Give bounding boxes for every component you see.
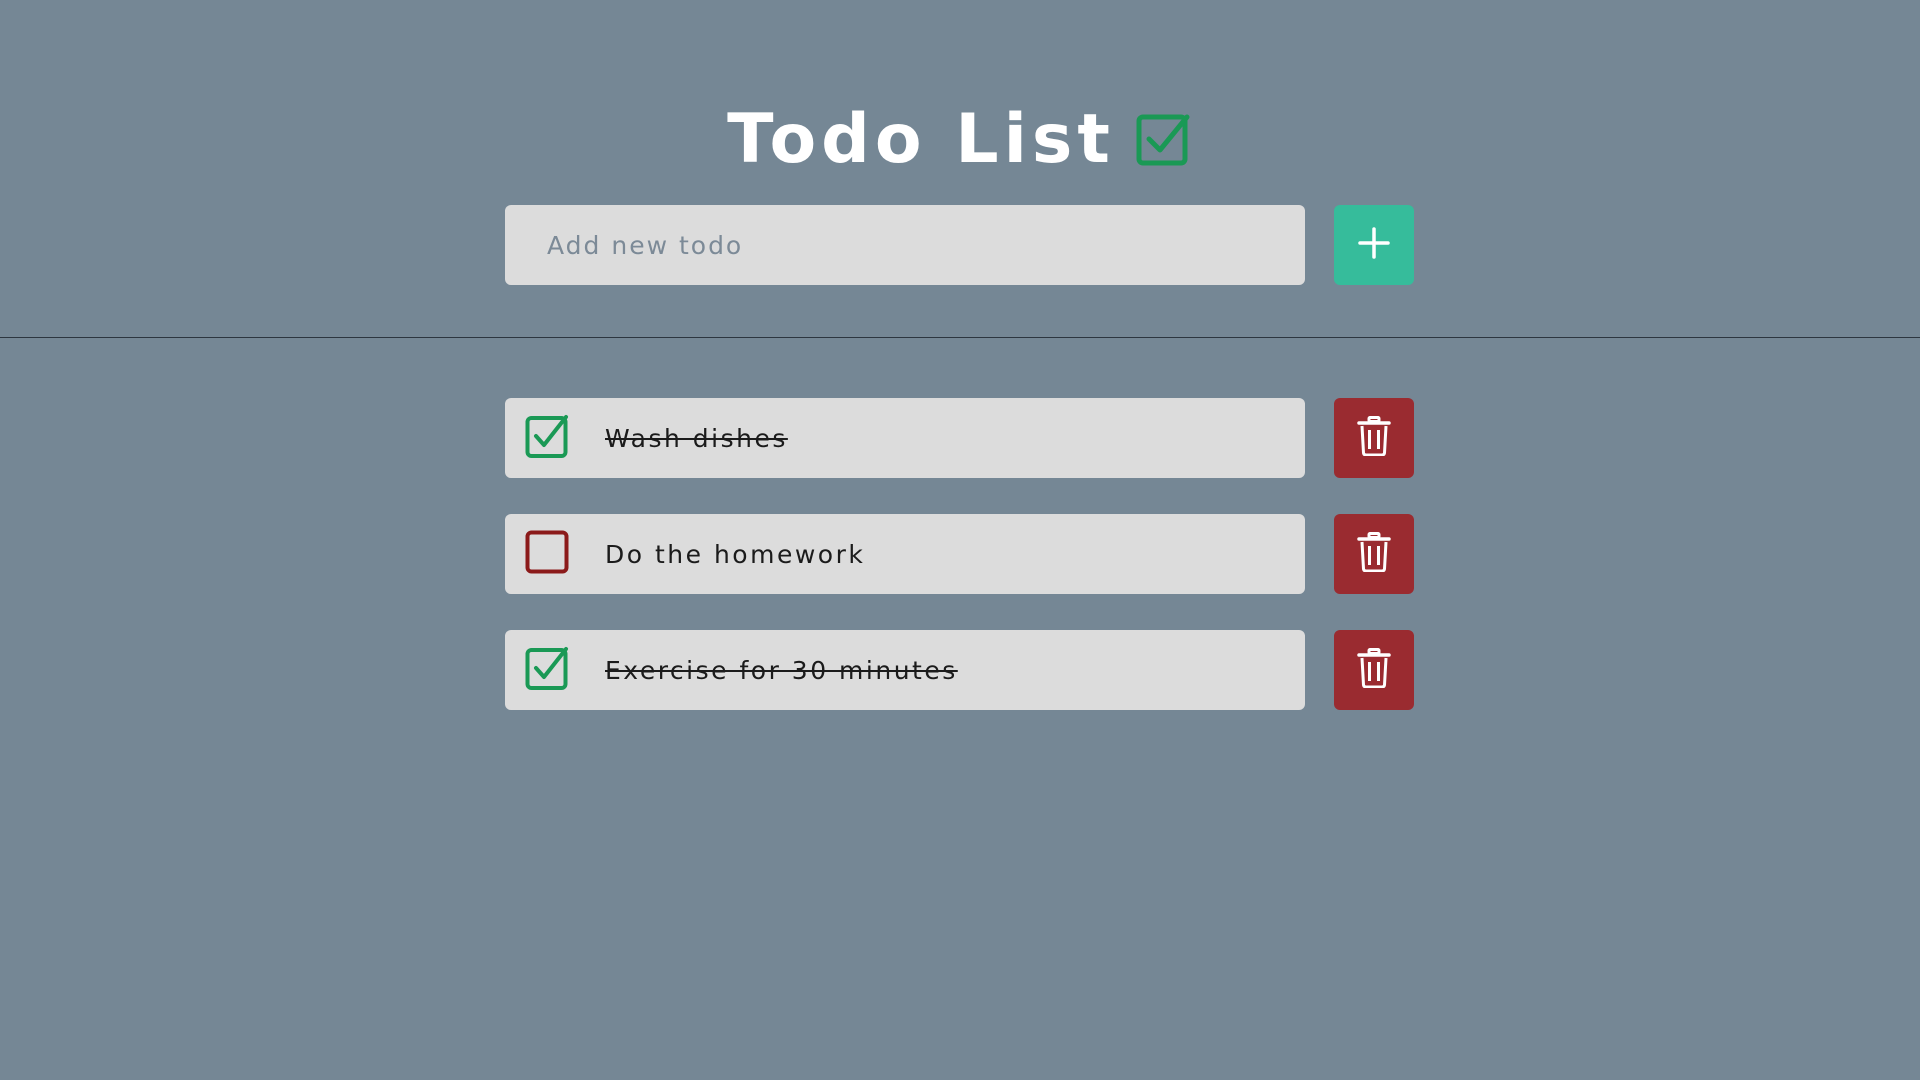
todo-card: Exercise for 30 minutes <box>505 630 1305 710</box>
add-todo-button[interactable] <box>1334 205 1414 285</box>
checked-box-icon <box>525 414 569 462</box>
delete-todo-button[interactable] <box>1334 630 1414 710</box>
delete-todo-button[interactable] <box>1334 514 1414 594</box>
todo-card: Do the homework <box>505 514 1305 594</box>
todo-checkbox[interactable] <box>525 646 569 694</box>
trash-icon <box>1357 416 1391 460</box>
todo-text: Wash dishes <box>605 423 788 453</box>
todo-item: Wash dishes <box>505 398 1415 478</box>
todo-checkbox[interactable] <box>525 530 569 578</box>
todo-checkbox[interactable] <box>525 414 569 462</box>
todo-card: Wash dishes <box>505 398 1305 478</box>
header: Todo List <box>0 0 1920 338</box>
new-todo-input[interactable] <box>505 205 1305 285</box>
todo-item: Do the homework <box>505 514 1415 594</box>
plus-icon <box>1357 226 1391 264</box>
title-row: Todo List <box>0 100 1920 180</box>
todo-text: Exercise for 30 minutes <box>605 655 958 685</box>
checked-box-icon <box>525 646 569 694</box>
delete-todo-button[interactable] <box>1334 398 1414 478</box>
page-title: Todo List <box>727 100 1115 179</box>
unchecked-box-icon <box>525 530 569 578</box>
todo-item: Exercise for 30 minutes <box>505 630 1415 710</box>
trash-icon <box>1357 532 1391 576</box>
todo-text: Do the homework <box>605 539 866 569</box>
checked-box-icon <box>1135 111 1193 169</box>
trash-icon <box>1357 648 1391 692</box>
todo-list: Wash dishes Do the homework Exercise for… <box>505 398 1415 746</box>
